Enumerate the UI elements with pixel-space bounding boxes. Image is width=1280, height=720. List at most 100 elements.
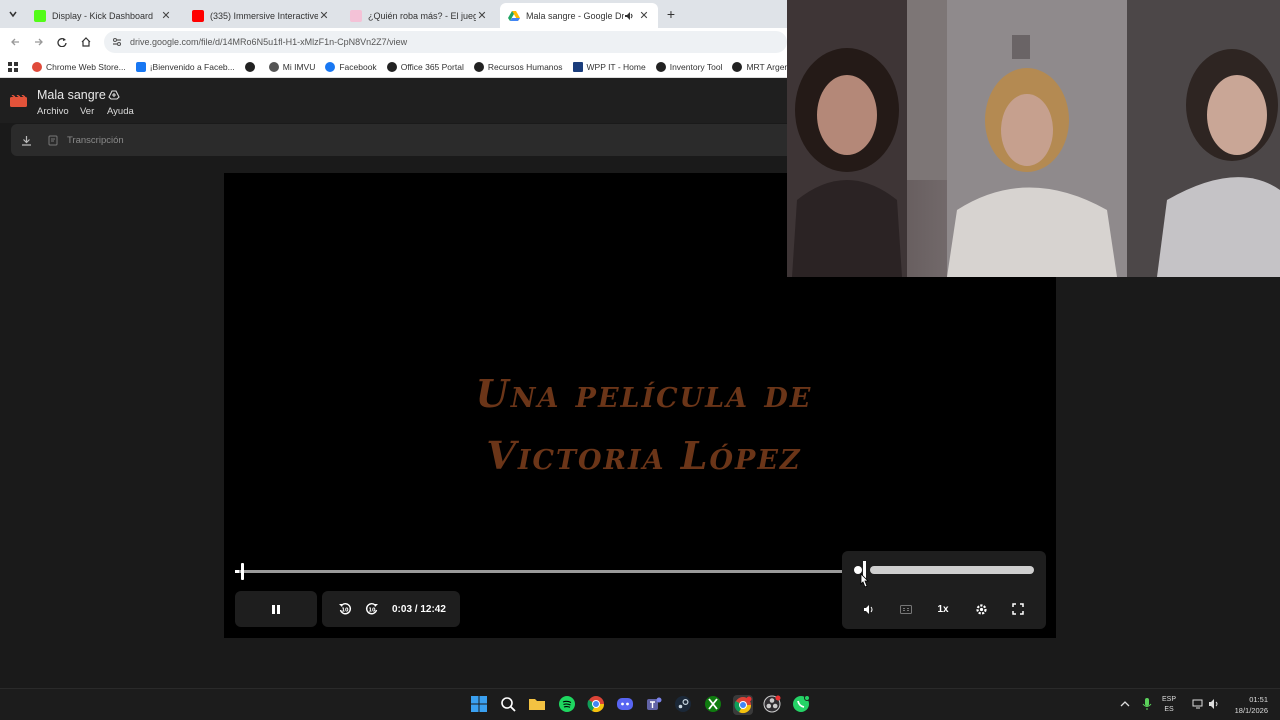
bookmark-office-365[interactable]: Office 365 Portal — [386, 61, 464, 72]
facebook-icon — [325, 61, 336, 72]
xbox-icon[interactable] — [704, 695, 724, 715]
forward-icon[interactable] — [30, 33, 48, 51]
google-drive-icon — [508, 10, 520, 22]
back-icon[interactable] — [6, 33, 24, 51]
tab-title: Mala sangre - Google Drive — [526, 10, 624, 21]
tab-kick-dashboard[interactable]: Display - Kick Dashboard ✕ — [26, 3, 180, 28]
download-icon[interactable] — [21, 135, 32, 146]
volume-slider[interactable] — [870, 566, 1034, 574]
transcript-button[interactable]: Transcripción — [67, 135, 124, 146]
title-line-2: Victoria López — [486, 433, 802, 478]
bookmark-wpp-it[interactable]: WPP IT - Home — [572, 61, 646, 72]
reload-icon[interactable] — [53, 33, 71, 51]
captions-icon[interactable] — [897, 600, 915, 618]
menu-ver[interactable]: Ver — [80, 106, 94, 117]
clock-date: 18/1/2026 — [1234, 706, 1268, 715]
progress-bar[interactable] — [239, 570, 844, 573]
svg-text:10: 10 — [369, 608, 376, 614]
bookmark-label: Facebook — [339, 61, 377, 72]
file-explorer-icon[interactable] — [528, 695, 548, 715]
svg-text:10: 10 — [342, 608, 349, 614]
clock-time: 01:51 — [1249, 695, 1268, 704]
tab-google-drive[interactable]: Mala sangre - Google Drive ✕ — [500, 3, 658, 28]
imvu-icon — [268, 61, 279, 72]
new-tab-button[interactable]: + — [662, 5, 680, 23]
tab-youtube[interactable]: (335) Immersive Interactive Wal ✕ — [184, 3, 338, 28]
whatsapp-icon[interactable] — [792, 695, 812, 715]
webcam-overlay — [787, 0, 1280, 277]
address-bar[interactable]: drive.google.com/file/d/14MRo6N5u1fl-H1-… — [104, 31, 787, 53]
progress-handle[interactable] — [241, 563, 244, 580]
apps-icon[interactable] — [8, 61, 18, 72]
globe-icon — [732, 61, 743, 72]
windows-taskbar: ESP ES 01:51 18/1/2026 — [0, 688, 1280, 720]
bookmark-mi-imvu[interactable]: Mi IMVU — [268, 61, 316, 72]
volume-icon[interactable] — [860, 600, 878, 618]
system-clock[interactable]: 01:51 18/1/2026 — [1226, 694, 1268, 716]
steam-icon[interactable] — [674, 695, 694, 715]
fullscreen-icon[interactable] — [1009, 600, 1027, 618]
bookmarks-bar: Chrome Web Store... ¡Bienvenido a Faceb.… — [0, 56, 803, 78]
tab-search-icon[interactable] — [4, 5, 22, 23]
video-frame-title: Una película de Victoria López — [454, 363, 834, 487]
globe-icon — [473, 61, 484, 72]
close-icon[interactable]: ✕ — [318, 9, 330, 22]
webcam-feed-image — [787, 0, 1280, 277]
tab-title: Display - Kick Dashboard — [52, 10, 154, 21]
show-hidden-icons-icon[interactable] — [1120, 699, 1130, 709]
rewind-10-icon[interactable]: 10 — [336, 600, 354, 618]
bookmark-bienvenido-facebook[interactable]: ¡Bienvenido a Faceb... — [135, 61, 235, 72]
close-icon[interactable]: ✕ — [476, 9, 488, 22]
close-icon[interactable]: ✕ — [160, 9, 172, 22]
network-icon[interactable] — [1192, 698, 1204, 710]
bookmark-label: WPP IT - Home — [586, 61, 646, 72]
bookmark-facebook[interactable]: Facebook — [325, 61, 377, 72]
obs-icon[interactable] — [763, 695, 783, 715]
tab-title: (335) Immersive Interactive Wal — [210, 10, 318, 21]
bookmark-label: Mi IMVU — [282, 61, 316, 72]
add-shortcut-icon[interactable] — [108, 89, 120, 100]
tab-title: ¿Quién roba más? - El juego qu — [368, 10, 476, 21]
bookmark-label: Inventory Tool — [669, 61, 723, 72]
menu-ayuda[interactable]: Ayuda — [107, 106, 134, 117]
bookmark-label: Recursos Humanos — [487, 61, 563, 72]
browser-tab-bar: Display - Kick Dashboard ✕ (335) Immersi… — [0, 0, 787, 28]
pause-icon[interactable] — [267, 600, 285, 618]
chrome-web-store-icon — [32, 61, 42, 72]
site-icon — [350, 9, 362, 22]
video-file-icon — [10, 95, 27, 107]
mouse-cursor-icon — [858, 573, 870, 589]
playback-speed-button[interactable]: 1x — [934, 600, 952, 618]
file-title: Mala sangre — [37, 88, 106, 102]
volume-tray-icon[interactable] — [1208, 698, 1220, 710]
close-icon[interactable]: ✕ — [638, 9, 650, 22]
site-info-icon[interactable] — [112, 37, 124, 47]
microphone-icon[interactable] — [1142, 697, 1152, 711]
spotify-icon[interactable] — [558, 695, 578, 715]
bookmark-chrome-web-store[interactable]: Chrome Web Store... — [32, 61, 126, 72]
chrome-icon[interactable] — [587, 695, 607, 715]
forward-10-icon[interactable]: 10 — [363, 600, 381, 618]
search-icon[interactable] — [499, 695, 519, 715]
settings-gear-icon[interactable] — [972, 600, 990, 618]
speaker-icon[interactable] — [624, 11, 634, 21]
chrome-active-icon[interactable] — [733, 695, 753, 715]
discord-icon[interactable] — [616, 695, 636, 715]
pause-control — [235, 591, 317, 627]
teams-icon[interactable] — [645, 695, 665, 715]
home-icon[interactable] — [77, 33, 95, 51]
bookmark-recursos-humanos[interactable]: Recursos Humanos — [473, 61, 563, 72]
bookmark-globe[interactable] — [244, 61, 259, 72]
bookmark-label: Office 365 Portal — [400, 61, 464, 72]
globe-icon — [386, 61, 397, 72]
youtube-icon — [192, 9, 204, 22]
menu-archivo[interactable]: Archivo — [37, 106, 69, 117]
transcript-icon — [48, 135, 59, 146]
tab-quien-roba-mas[interactable]: ¿Quién roba más? - El juego qu ✕ — [342, 3, 496, 28]
input-language[interactable]: ESP ES — [1162, 695, 1176, 715]
browser-toolbar: drive.google.com/file/d/14MRo6N5u1fl-H1-… — [0, 28, 787, 56]
lang-region: ES — [1164, 706, 1174, 713]
bookmark-inventory-tool[interactable]: Inventory Tool — [655, 61, 723, 72]
windows-start-icon[interactable] — [470, 695, 490, 715]
globe-icon — [655, 61, 666, 72]
